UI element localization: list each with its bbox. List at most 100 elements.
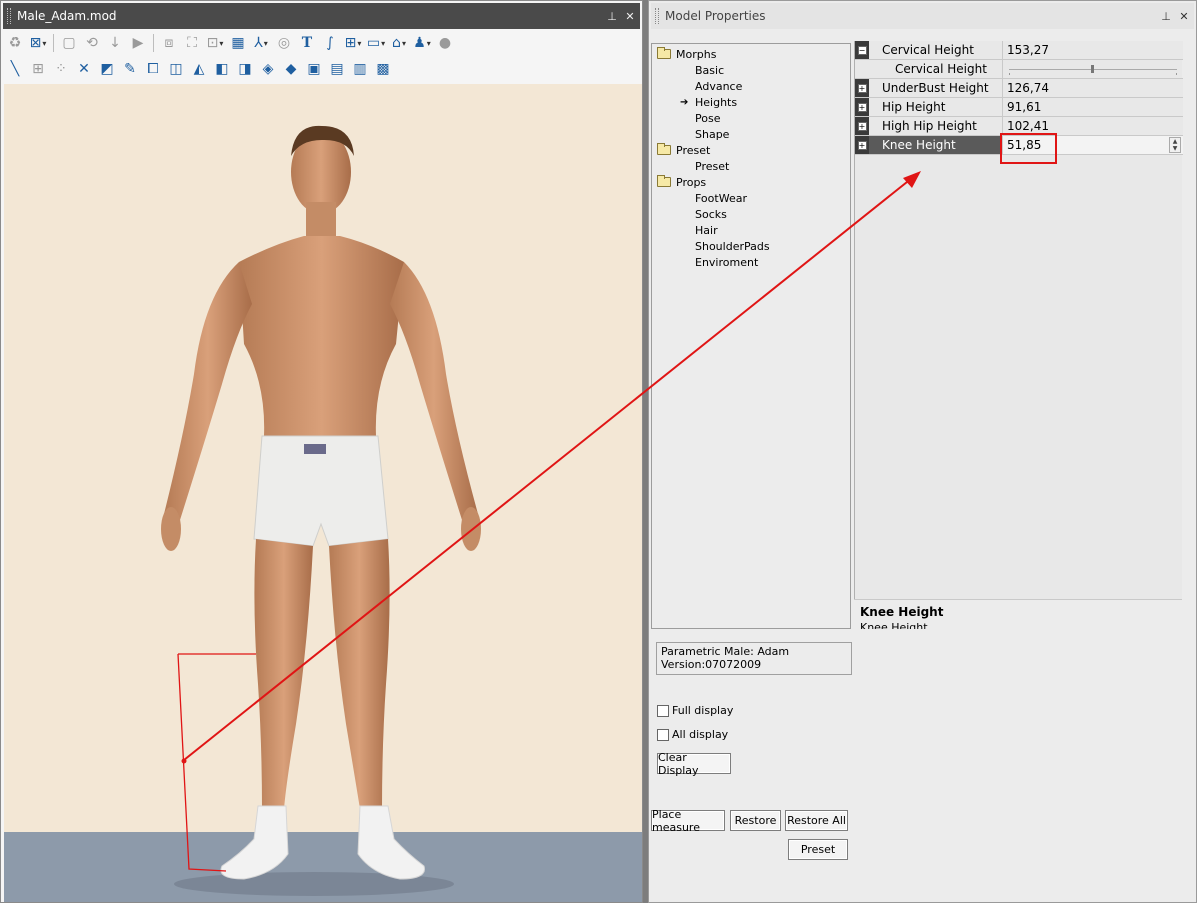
expand-icon[interactable]: + [857,121,867,131]
sphere-icon[interactable]: ● [435,34,455,53]
model-info-box: Parametric Male: Adam Version:07072009 [656,642,852,675]
place-measure-button[interactable]: Place measure [651,808,725,834]
checkbox-box[interactable] [657,728,669,741]
property-value[interactable]: 91,61 [1003,98,1183,116]
mesh-dots-icon[interactable]: ▥ [350,60,370,79]
close-icon[interactable]: ✕ [622,10,638,23]
all-display-checkbox[interactable]: All display [657,728,728,741]
property-row-underbust[interactable]: + UnderBust Height 126,74 [855,79,1183,98]
monitor-icon[interactable]: ▭ [366,34,386,53]
tree-folder-props[interactable]: Props [657,174,706,190]
clear-display-button[interactable]: Clear Display [657,751,731,777]
view-alt-icon[interactable]: ◨ [235,60,255,79]
expand-icon[interactable]: + [857,140,867,150]
down-arrow-icon[interactable]: ↓ [105,34,125,53]
expand-gutter[interactable]: + [855,79,869,97]
text-icon[interactable]: T [297,34,317,53]
mesh-alt-icon[interactable]: ▤ [327,60,347,79]
selected-arrow-icon: ➔ [680,96,689,108]
expand-gutter[interactable]: + [855,98,869,116]
checker-icon[interactable]: ▦ [228,34,248,53]
users-icon[interactable]: ♟ [412,34,432,53]
tree-icon[interactable]: ⊠ [28,34,48,53]
grid-icon[interactable]: ⊞ [28,60,48,79]
collapse-icon[interactable]: − [857,45,867,55]
mesh-grid-icon[interactable]: ▩ [373,60,393,79]
folder-icon [657,47,671,59]
3d-viewport[interactable] [4,84,642,902]
restore-all-button[interactable]: Restore All [785,810,848,831]
property-row-hip[interactable]: + Hip Height 91,61 [855,98,1183,117]
category-tree: Morphs Basic Advance ➔ Heights Pose Shape… [651,43,851,629]
tree-item-enviroment[interactable]: Enviroment [695,254,758,270]
frame-select-icon[interactable]: ⛶ [182,34,202,53]
property-name: Knee Height [869,136,1003,154]
tree-item-shoulderpads[interactable]: ShoulderPads [695,238,770,254]
full-display-checkbox[interactable]: Full display [657,704,733,717]
properties-titlebar: Model Properties ⊥ ✕ [651,3,1194,29]
property-row-cervical-slider[interactable]: Cervical Height [855,60,1183,79]
pin-icon[interactable]: ⊥ [1158,10,1174,23]
drag-grip[interactable] [7,8,11,24]
tree-item-basic[interactable]: Basic [695,62,724,78]
pin-icon[interactable]: ⊥ [604,10,620,23]
expand-icon[interactable]: + [857,102,867,112]
expand-gutter[interactable]: + [855,136,869,154]
tree-item-heights[interactable]: ➔ Heights [680,94,737,110]
add-icon[interactable]: ⊞ [343,34,363,53]
play-icon[interactable]: ▶ [128,34,148,53]
refresh-icon[interactable]: ⟲ [82,34,102,53]
frame-icon[interactable]: ⧈ [159,34,179,53]
expand-icon[interactable]: + [857,83,867,93]
property-row-cervical[interactable]: − Cervical Height 153,27 [855,41,1183,60]
doc-icon[interactable]: ▢ [59,34,79,53]
view-toolbar: ╲ ⊞ ⁘ ✕ ◩ ✎ ⧠ ◫ ◭ ◧ ◨ ◈ ◆ ▣ ▤ ▥ ▩ [5,58,393,80]
measure-icon[interactable]: ╲ [5,60,25,79]
slider-ticks [1009,73,1177,75]
tree-item-footwear[interactable]: FootWear [695,190,747,206]
tree-item-advance[interactable]: Advance [695,78,742,94]
recycle-icon[interactable]: ♻ [5,34,25,53]
tree-item-pose[interactable]: Pose [695,110,720,126]
slider-thumb[interactable] [1091,65,1095,73]
spin-buttons[interactable]: ▲ ▼ [1169,137,1181,153]
expand-gutter[interactable]: + [855,117,869,135]
property-value[interactable]: 153,27 [1003,41,1183,59]
toolbar-separator [53,34,54,52]
preset-button[interactable]: Preset [788,839,848,860]
tree-item-preset[interactable]: Preset [695,158,729,174]
edit-icon[interactable]: ✎ [120,60,140,79]
property-value[interactable]: 126,74 [1003,79,1183,97]
cross-icon[interactable]: ✕ [74,60,94,79]
drag-grip[interactable] [655,8,659,24]
tree-folder-preset[interactable]: Preset [657,142,710,158]
close-icon[interactable]: ✕ [1176,10,1192,23]
model-view-title: Male_Adam.mod [17,9,117,23]
cube-alt-icon[interactable]: ◭ [189,60,209,79]
folder-open-icon[interactable]: ⌂ [389,34,409,53]
tree-item-socks[interactable]: Socks [695,206,727,222]
restore-button[interactable]: Restore [730,810,781,831]
select-icon[interactable]: ◩ [97,60,117,79]
property-name: UnderBust Height [869,79,1003,97]
checkbox-box[interactable] [657,704,669,717]
value-highlight-box [1000,133,1057,164]
tree-folder-morphs[interactable]: Morphs [657,46,716,62]
tree-item-shape[interactable]: Shape [695,126,729,142]
plane-icon[interactable]: ◈ [258,60,278,79]
view-icon[interactable]: ◧ [212,60,232,79]
property-name: Cervical Height [869,60,1003,78]
tree-item-hair[interactable]: Hair [695,222,718,238]
curve-icon[interactable]: ∫ [320,34,340,53]
camera-icon[interactable]: ◎ [274,34,294,53]
cervical-height-slider[interactable] [1003,60,1183,78]
cube-icon[interactable]: ◫ [166,60,186,79]
plane-alt-icon[interactable]: ◆ [281,60,301,79]
collapse-gutter[interactable]: − [855,41,869,59]
axis-icon[interactable]: ⅄ [251,34,271,53]
mesh-icon[interactable]: ▣ [304,60,324,79]
fit-icon[interactable]: ⊡ [205,34,225,53]
model-info-name: Parametric Male: Adam [661,645,790,658]
frame-icon[interactable]: ⧠ [143,60,163,79]
grid-dots-icon[interactable]: ⁘ [51,60,71,79]
